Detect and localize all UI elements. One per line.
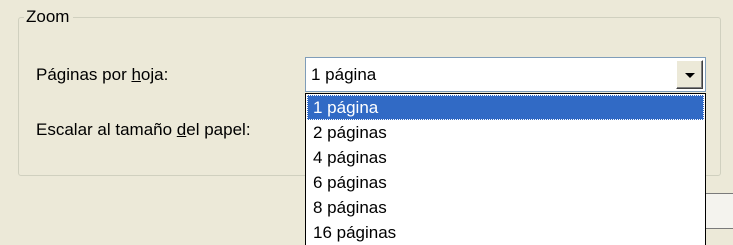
- zoom-group-title: Zoom: [24, 7, 74, 27]
- scale-to-paper-label-end: el papel:: [186, 120, 251, 139]
- scale-to-paper-label-start: Escalar al tamaño: [36, 120, 177, 139]
- dropdown-option-8-pages[interactable]: 8 páginas: [307, 195, 704, 220]
- dropdown-option-1-page[interactable]: 1 página: [307, 95, 704, 120]
- scale-to-paper-label: Escalar al tamaño del papel:: [36, 120, 251, 140]
- pages-per-sheet-label-start: Páginas por: [36, 65, 132, 84]
- pages-per-sheet-label-accelerator: h: [131, 65, 141, 84]
- dropdown-option-4-pages[interactable]: 4 páginas: [307, 145, 704, 170]
- pages-per-sheet-label: Páginas por hoja:: [36, 65, 168, 85]
- pages-per-sheet-selected-value: 1 página: [311, 65, 377, 84]
- dropdown-option-16-pages[interactable]: 16 páginas: [307, 220, 704, 245]
- scale-to-paper-label-accelerator: d: [176, 120, 187, 139]
- chevron-down-icon: [685, 73, 695, 78]
- pages-per-sheet-select[interactable]: 1 página: [305, 57, 706, 92]
- dropdown-option-2-pages[interactable]: 2 páginas: [307, 120, 704, 145]
- pages-per-sheet-label-end: oja:: [140, 65, 169, 84]
- pages-per-sheet-dropdown-list[interactable]: 1 página 2 páginas 4 páginas 6 páginas 8…: [305, 93, 706, 245]
- dropdown-button[interactable]: [676, 60, 703, 89]
- dropdown-option-6-pages[interactable]: 6 páginas: [307, 170, 704, 195]
